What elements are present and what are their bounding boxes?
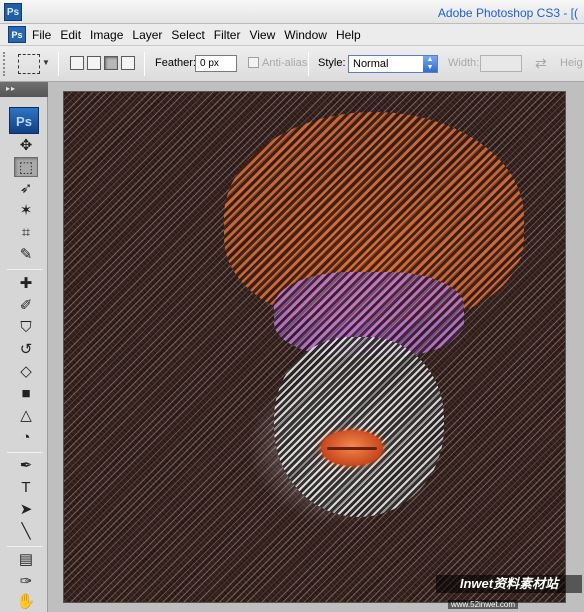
brush-tool-icon[interactable]: ✐ [14, 296, 38, 316]
menu-select[interactable]: Select [169, 28, 211, 42]
antialias-checkbox[interactable] [248, 57, 259, 68]
slice-tool-icon[interactable]: ✎ [14, 245, 38, 265]
lasso-tool-icon[interactable]: ➶ [14, 179, 38, 199]
healing-brush-tool-icon[interactable]: ✚ [14, 274, 38, 294]
tool-preset-marquee-icon[interactable] [18, 54, 40, 74]
window-title: Adobe Photoshop CS3 - [( [437, 6, 578, 20]
menu-help[interactable]: Help [334, 28, 368, 42]
eraser-tool-icon[interactable]: ◇ [14, 362, 38, 382]
options-grip[interactable] [3, 52, 7, 76]
add-to-selection-button[interactable] [87, 56, 101, 70]
toolbox: ▸▸ Ps ✥ ⬚ ➶ ✶ ⌗ ✎ ✚ ✐ ⛉ ↺ ◇ ■ △ ◔ ✒ T ➤ … [0, 82, 48, 612]
photoshop-logo[interactable]: Ps [9, 107, 39, 134]
crop-tool-icon[interactable]: ⌗ [14, 223, 38, 243]
text-texture-overlay [64, 92, 565, 602]
move-tool-icon[interactable]: ✥ [14, 136, 38, 156]
intersect-selection-button[interactable] [121, 56, 135, 70]
toolbox-separator [7, 269, 43, 270]
select-arrows-icon: ▲ ▼ [423, 56, 437, 72]
subtract-from-selection-button[interactable] [104, 56, 118, 70]
options-bar: ▼ Feather: 0 px Anti-alias Style: Normal… [0, 46, 584, 82]
menu: File Edit Image Layer Select Filter View… [30, 24, 368, 46]
menu-image[interactable]: Image [88, 28, 130, 42]
dodge-tool-icon[interactable]: ◔ [14, 428, 38, 448]
new-selection-button[interactable] [70, 56, 84, 70]
toolbox-header[interactable]: ▸▸ [0, 82, 48, 97]
marquee-tool-icon[interactable]: ⬚ [14, 157, 38, 177]
title-bar: Ps Adobe Photoshop CS3 - [( [0, 0, 584, 24]
height-label: Heig [560, 57, 583, 69]
line-tool-icon[interactable]: ╲ [14, 522, 38, 542]
gradient-tool-icon[interactable]: ■ [14, 384, 38, 404]
document-canvas[interactable] [63, 91, 566, 603]
document-icon[interactable]: Ps [8, 26, 26, 43]
eyedropper-tool-icon[interactable]: ✑ [14, 572, 38, 592]
style-select-value: Normal [353, 58, 389, 70]
blur-tool-icon[interactable]: △ [14, 406, 38, 426]
width-input[interactable] [480, 55, 522, 72]
feather-label: Feather: [155, 57, 196, 69]
menu-edit[interactable]: Edit [58, 28, 88, 42]
style-select[interactable]: Normal ▲ ▼ [348, 55, 438, 73]
photoshop-app-icon[interactable]: Ps [4, 3, 22, 21]
style-label: Style: [318, 57, 346, 69]
artwork-lip-line [327, 447, 377, 450]
path-selection-tool-icon[interactable]: ➤ [14, 500, 38, 520]
options-separator [58, 52, 59, 76]
options-separator [308, 52, 309, 76]
history-brush-tool-icon[interactable]: ↺ [14, 340, 38, 360]
toolbox-separator [7, 452, 43, 453]
pen-tool-icon[interactable]: ✒ [14, 456, 38, 476]
photoshop-window: Ps Adobe Photoshop CS3 - [( Ps File Edit… [0, 0, 584, 612]
menu-layer[interactable]: Layer [130, 28, 169, 42]
antialias-label: Anti-alias [262, 57, 308, 69]
options-separator [144, 52, 145, 76]
magic-wand-tool-icon[interactable]: ✶ [14, 201, 38, 221]
menu-file[interactable]: File [30, 28, 58, 42]
menu-window[interactable]: Window [282, 28, 334, 42]
notes-tool-icon[interactable]: ▤ [14, 550, 38, 570]
clone-stamp-tool-icon[interactable]: ⛉ [14, 318, 38, 338]
type-tool-icon[interactable]: T [14, 478, 38, 498]
watermark-url: www.52inwet.com [448, 600, 519, 609]
canvas-area[interactable] [48, 82, 584, 612]
tool-preset-dropdown-icon[interactable]: ▼ [42, 58, 50, 67]
width-label: Width: [448, 57, 480, 69]
watermark: Inwet资料素材站 [436, 575, 582, 593]
menu-filter[interactable]: Filter [212, 28, 248, 42]
swap-width-height-icon[interactable]: ⇄ [535, 55, 547, 72]
hand-tool-icon[interactable]: ✋ [14, 592, 38, 612]
toolbox-separator [7, 546, 43, 547]
feather-input[interactable]: 0 px [195, 55, 237, 72]
menu-bar: Ps File Edit Image Layer Select Filter V… [0, 24, 584, 46]
menu-view[interactable]: View [247, 28, 282, 42]
